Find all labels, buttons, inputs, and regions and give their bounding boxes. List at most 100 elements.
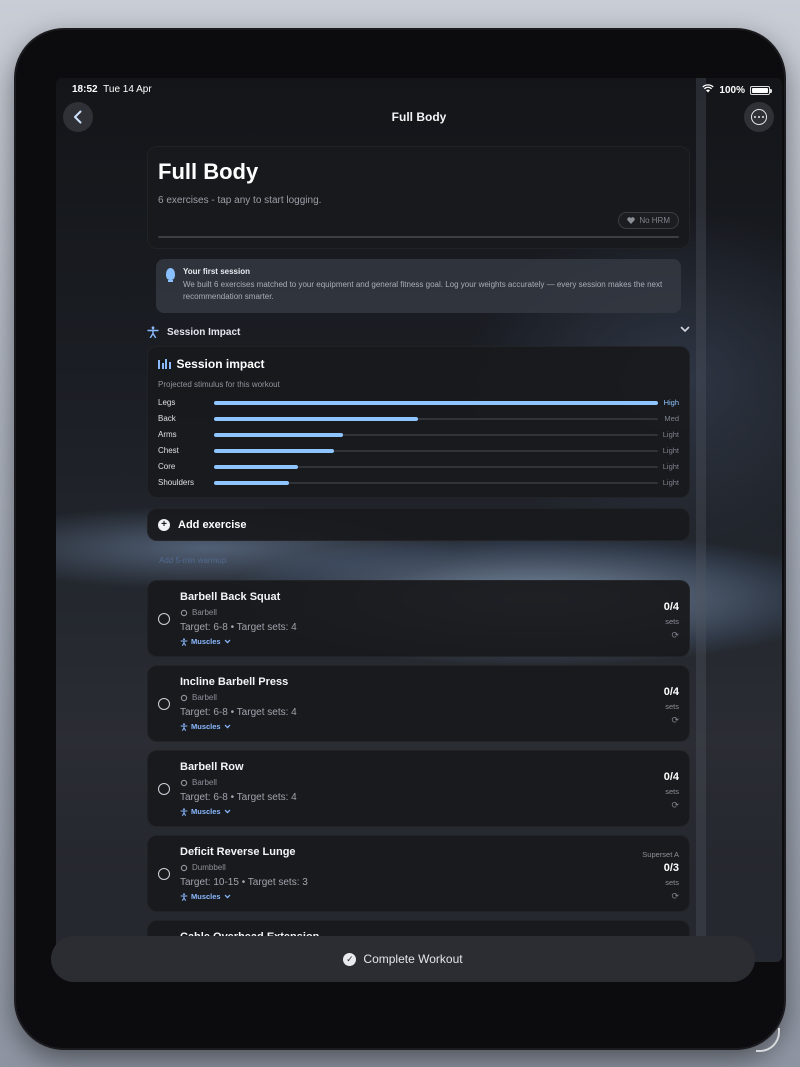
impact-level: High	[663, 398, 679, 407]
add-warmup-link[interactable]: Add 5-min warmup	[147, 541, 690, 580]
exercise-checkbox[interactable]	[158, 613, 170, 625]
exercise-card[interactable]: Barbell Row Barbell Target: 6-8 • Target s…	[147, 750, 690, 827]
workout-progress-bar	[158, 236, 679, 238]
impact-title: Session impact	[176, 357, 265, 371]
status-date: Tue 14 Apr	[103, 84, 152, 95]
impact-row-chest: Chest Light	[158, 443, 679, 459]
exercise-card[interactable]: Barbell Back Squat Barbell Target: 6-8 • T…	[147, 580, 690, 657]
status-bar: 18:52 Tue 14 Apr 100%	[56, 78, 782, 102]
hrm-button[interactable]: No HRM	[618, 212, 679, 229]
equipment-label: Barbell	[192, 693, 217, 702]
figure-icon	[180, 722, 188, 731]
workout-title: Full Body	[158, 159, 259, 184]
refresh-icon[interactable]: ⟳	[671, 800, 679, 811]
exercise-target: Target: 6-8 • Target sets: 4	[180, 792, 297, 803]
muscle-label: Legs	[158, 398, 176, 407]
more-options-button[interactable]	[744, 102, 774, 132]
exercise-name: Barbell Back Squat	[180, 591, 281, 603]
exercise-name: Barbell Row	[180, 761, 244, 773]
muscles-toggle[interactable]: Muscles	[180, 722, 231, 731]
ellipsis-icon	[751, 109, 767, 125]
impact-row-legs: Legs High	[158, 395, 679, 411]
equipment-label: Dumbbell	[192, 863, 226, 872]
status-time: 18:52 Tue 14 Apr	[72, 84, 152, 95]
muscles-label: Muscles	[191, 637, 221, 646]
refresh-icon[interactable]: ⟳	[671, 630, 679, 641]
muscles-toggle[interactable]: Muscles	[180, 892, 231, 901]
exercise-checkbox[interactable]	[158, 783, 170, 795]
chevron-down-icon	[680, 324, 690, 336]
exercise-target: Target: 6-8 • Target sets: 4	[180, 707, 297, 718]
exercise-checkbox[interactable]	[158, 868, 170, 880]
corner-indicator	[756, 1028, 780, 1052]
muscles-toggle[interactable]: Muscles	[180, 807, 231, 816]
impact-row-core: Core Light	[158, 459, 679, 475]
figure-icon	[147, 326, 159, 341]
refresh-icon[interactable]: ⟳	[671, 891, 679, 902]
impact-track	[214, 433, 658, 437]
equipment-label: Barbell	[192, 778, 217, 787]
bar-chart-icon	[158, 359, 171, 369]
exercise-equipment: Dumbbell	[180, 863, 226, 872]
impact-row-arms: Arms Light	[158, 427, 679, 443]
muscle-label: Core	[158, 462, 176, 471]
muscle-label: Arms	[158, 430, 177, 439]
add-exercise-label: Add exercise	[178, 518, 247, 531]
nav-title: Full Body	[391, 110, 447, 124]
exercise-card[interactable]: Deficit Reverse Lunge Dumbbell Target: 10-…	[147, 835, 690, 912]
sets-label: sets	[665, 878, 679, 887]
exercise-equipment: Barbell	[180, 608, 217, 617]
wifi-icon	[702, 84, 715, 96]
exercise-card[interactable]: Incline Barbell Press Barbell Target: 6-8 …	[147, 665, 690, 742]
exercise-name: Incline Barbell Press	[180, 676, 289, 688]
add-exercise-button[interactable]: + Add exercise	[147, 508, 690, 541]
impact-level: Med	[664, 414, 679, 423]
superset-label: Superset A	[642, 850, 679, 859]
impact-fill	[214, 433, 343, 437]
impact-track	[214, 465, 658, 469]
refresh-icon[interactable]: ⟳	[671, 715, 679, 726]
workout-header-card: Full Body 6 exercises - tap any to start…	[147, 146, 690, 249]
complete-workout-button[interactable]: ✓ Complete Workout	[51, 936, 755, 982]
workout-subtitle: 6 exercises - tap any to start logging.	[158, 195, 322, 206]
figure-icon	[180, 892, 188, 901]
barbell-figure-icon	[180, 609, 188, 616]
impact-rows: Legs High Back Med Arms Light Chest Light Core Li…	[158, 395, 679, 491]
impact-track	[214, 481, 658, 485]
session-impact-toggle[interactable]: Session Impact	[147, 321, 690, 346]
muscle-label: Chest	[158, 446, 179, 455]
sets-count: 0/3	[663, 862, 679, 874]
exercise-equipment: Barbell	[180, 778, 217, 787]
sets-count: 0/4	[663, 601, 679, 613]
impact-fill	[214, 449, 334, 453]
exercise-target: Target: 10-15 • Target sets: 3	[180, 877, 308, 888]
barbell-figure-icon	[180, 779, 188, 786]
impact-subtitle: Projected stimulus for this workout	[158, 380, 280, 389]
impact-level: Light	[662, 462, 679, 471]
chevron-down-icon	[224, 724, 231, 729]
impact-fill	[214, 465, 299, 469]
sets-label: sets	[665, 787, 679, 796]
workout-content: Full Body 6 exercises - tap any to start…	[147, 146, 690, 962]
nav-bar: Full Body	[56, 102, 782, 134]
sets-count: 0/4	[663, 771, 679, 783]
session-impact-card: Session impact Projected stimulus for th…	[147, 346, 690, 498]
impact-row-shoulders: Shoulders Light	[158, 475, 679, 491]
chevron-down-icon	[224, 809, 231, 814]
impact-level: Light	[662, 478, 679, 487]
impact-track	[214, 401, 658, 405]
hrm-label: No HRM	[639, 216, 670, 225]
battery-percent: 100%	[719, 84, 745, 96]
impact-track	[214, 449, 658, 453]
muscles-toggle[interactable]: Muscles	[180, 637, 231, 646]
warmup-label: Add 5-min warmup	[159, 556, 227, 565]
lightbulb-icon	[166, 268, 175, 282]
sets-label: sets	[665, 702, 679, 711]
exercise-equipment: Barbell	[180, 693, 217, 702]
exercise-checkbox[interactable]	[158, 698, 170, 710]
heart-icon	[627, 217, 636, 224]
status-right: 100%	[702, 84, 772, 96]
chevron-down-icon	[224, 639, 231, 644]
tip-title: Your first session	[183, 267, 250, 276]
muscle-label: Back	[158, 414, 176, 423]
